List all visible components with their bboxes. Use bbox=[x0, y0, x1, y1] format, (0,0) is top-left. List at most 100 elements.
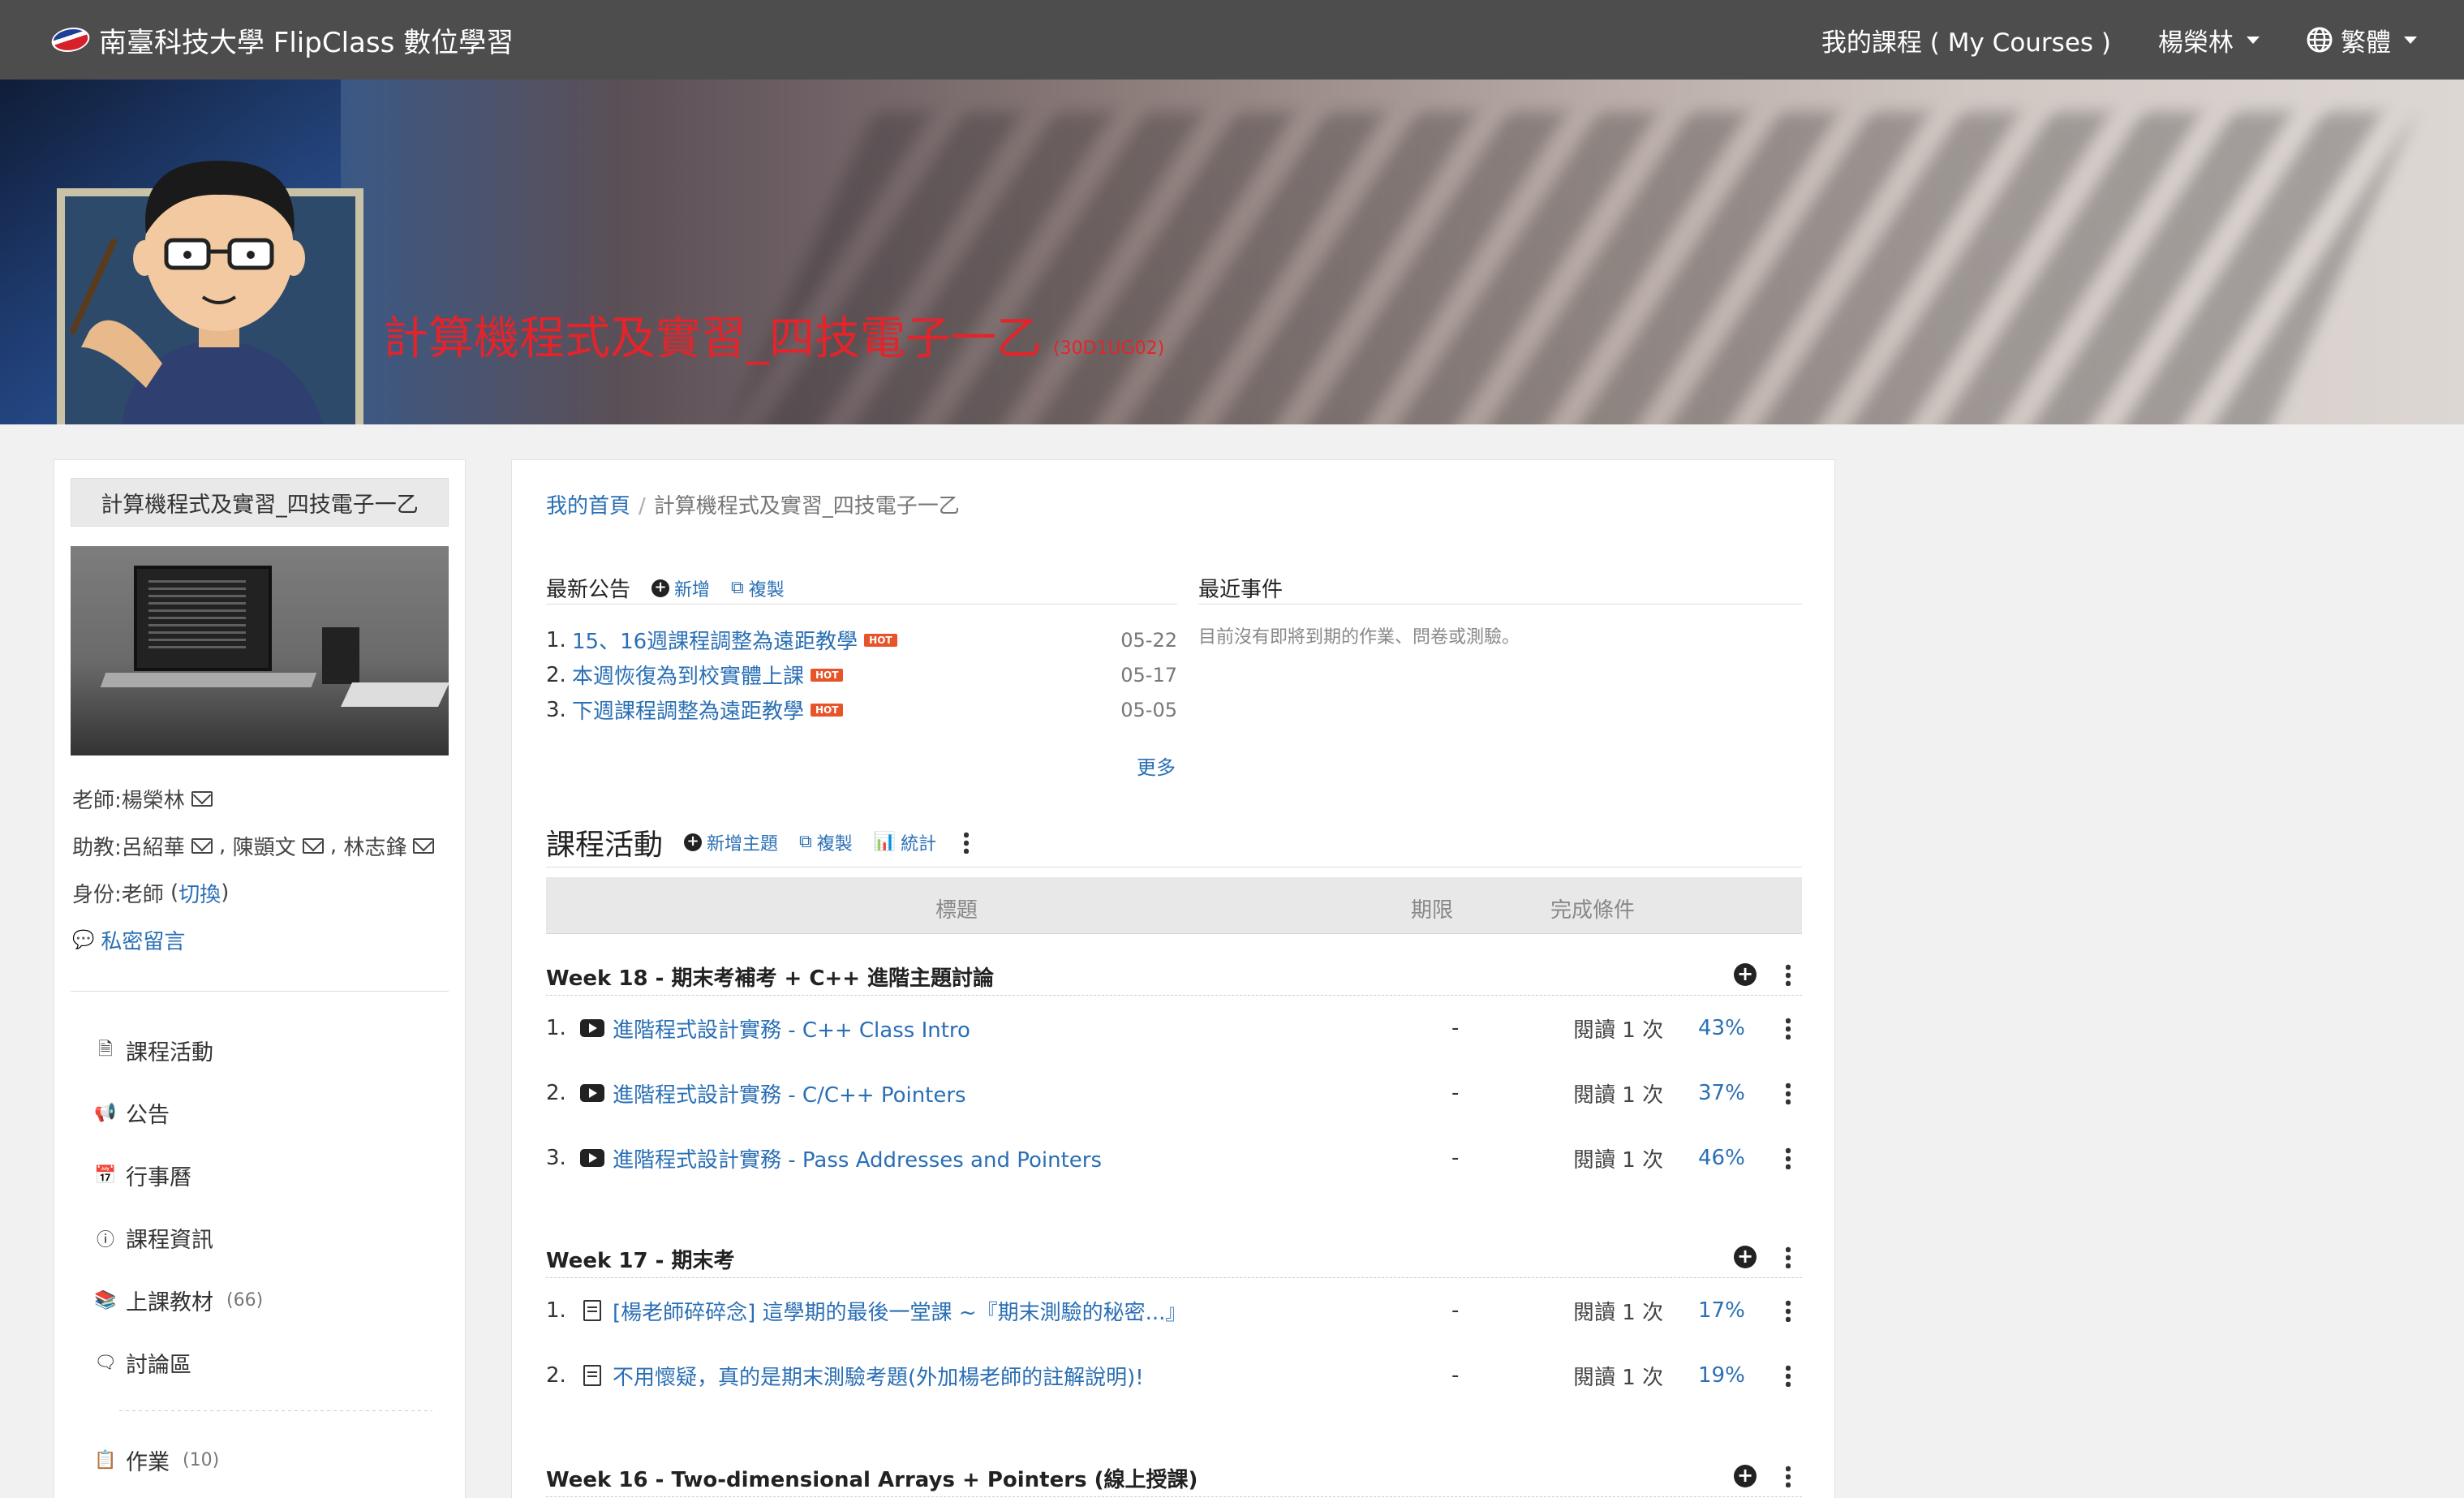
topic-section: Week 18 - 期末考補考 + C++ 進階主題討論 + 1. 進階程式設計… bbox=[546, 958, 1802, 1190]
private-message-link[interactable]: 私密留言 bbox=[101, 925, 185, 955]
add-activity-icon[interactable]: + bbox=[1734, 1465, 1757, 1487]
sidebar-item-count: (66) bbox=[226, 1290, 264, 1311]
user-name: 楊榮林 bbox=[2158, 28, 2234, 58]
activity-link[interactable]: 進階程式設計實務 - C/C++ Pointers bbox=[613, 1078, 966, 1108]
teacher-label: 老師: bbox=[72, 788, 122, 813]
breadcrumb-home-link[interactable]: 我的首頁 bbox=[546, 494, 630, 519]
add-activity-icon[interactable]: + bbox=[1734, 963, 1757, 986]
add-announcement-button[interactable]: + 新增 bbox=[651, 575, 710, 601]
mail-icon[interactable] bbox=[191, 837, 213, 854]
sidebar-course-name: 計算機程式及實習_四技電子一乙 bbox=[71, 478, 449, 527]
books-icon: 📚 bbox=[94, 1290, 117, 1311]
document-icon bbox=[583, 1365, 601, 1386]
mail-icon[interactable] bbox=[302, 837, 324, 854]
ta-name: 林志鋒 bbox=[343, 835, 407, 860]
sidebar-item-label: 上課教材 bbox=[126, 1290, 213, 1315]
activity-link[interactable]: 進階程式設計實務 - Pass Addresses and Pointers bbox=[613, 1143, 1102, 1173]
sidebar-item-label: 公告 bbox=[126, 1103, 170, 1128]
sidebar-item-announcements[interactable]: 📢 公告 bbox=[94, 1082, 449, 1144]
plus-circle-icon: + bbox=[684, 833, 703, 851]
mail-icon[interactable] bbox=[413, 837, 435, 854]
sidebar-item-label: 討論區 bbox=[126, 1353, 191, 1378]
more-options-icon[interactable] bbox=[1786, 1246, 1791, 1268]
more-options-icon[interactable] bbox=[1786, 1465, 1791, 1487]
copy-announcement-button[interactable]: ⧉ 複製 bbox=[731, 575, 785, 601]
school-logo-icon bbox=[48, 28, 93, 52]
column-deadline: 期限 bbox=[1411, 898, 1454, 923]
more-options-icon[interactable] bbox=[964, 830, 970, 854]
activity-deadline: - bbox=[1451, 1016, 1460, 1040]
sidebar-item-activities[interactable]: 🗎 課程活動 bbox=[95, 1019, 449, 1082]
activity-completion-rate[interactable]: 43% bbox=[1698, 1016, 1745, 1040]
activity-link[interactable]: 不用懷疑，真的是期末測驗考題(外加楊老師的註解說明)! bbox=[613, 1361, 1144, 1391]
announcement-date: 05-17 bbox=[1120, 663, 1177, 687]
sidebar-item-calendar[interactable]: 📅 行事曆 bbox=[94, 1144, 449, 1207]
my-courses-link[interactable]: 我的課程 ( My Courses ) bbox=[1821, 22, 2111, 58]
caret-down-icon bbox=[2247, 36, 2260, 44]
course-activities-header: 課程活動 + 新增主題 ⧉ 複製 📊 統計 bbox=[546, 817, 1802, 867]
announcement-item: 2. 本週恢復為到校實體上課 HOT 05-17 bbox=[546, 657, 1177, 692]
add-topic-button[interactable]: + 新增主題 bbox=[684, 829, 778, 855]
ta-label: 助教: bbox=[72, 835, 122, 860]
activity-row: 1. [楊老師碎碎念] 這學期的最後一堂課 ~『期末測驗的秘密...』 - 閱讀… bbox=[546, 1278, 1802, 1343]
sidebar-item-label: 課程資訊 bbox=[126, 1228, 213, 1253]
more-options-icon[interactable] bbox=[1786, 1299, 1791, 1322]
banner-title-text: 計算機程式及實習_四技電子一乙 bbox=[383, 312, 1042, 365]
column-title: 標題 bbox=[935, 898, 978, 923]
activity-row: 3. 進階程式設計實務 - Pass Addresses and Pointer… bbox=[546, 1126, 1802, 1190]
activity-completion-rate[interactable]: 37% bbox=[1698, 1081, 1745, 1105]
megaphone-icon: 📢 bbox=[94, 1103, 117, 1123]
activity-condition: 閱讀 1 次 bbox=[1573, 1083, 1664, 1108]
private-message-line[interactable]: 💬 私密留言 bbox=[72, 916, 449, 963]
activity-deadline: - bbox=[1451, 1146, 1460, 1170]
sidebar-item-materials[interactable]: 📚 上課教材 (66) bbox=[94, 1269, 449, 1332]
youtube-icon bbox=[580, 1149, 604, 1167]
hot-badge: HOT bbox=[864, 633, 897, 647]
sidebar-item-forum[interactable]: 🗨 討論區 bbox=[94, 1332, 449, 1394]
activity-link[interactable]: [楊老師碎碎念] 這學期的最後一堂課 ~『期末測驗的秘密...』 bbox=[613, 1296, 1186, 1326]
ta-name: 呂紹華 bbox=[121, 835, 185, 860]
activity-deadline: - bbox=[1451, 1363, 1460, 1388]
copy-icon: ⧉ bbox=[799, 832, 812, 852]
more-options-icon[interactable] bbox=[1786, 963, 1791, 986]
announcement-link[interactable]: 本週恢復為到校實體上課 bbox=[572, 660, 804, 690]
ta-name: 陳顗文 bbox=[232, 835, 296, 860]
brand[interactable]: 南臺科技大學 FlipClass 數位學習 bbox=[48, 0, 514, 80]
add-activity-icon[interactable]: + bbox=[1734, 1246, 1757, 1268]
activity-completion-rate[interactable]: 19% bbox=[1698, 1363, 1745, 1388]
more-options-icon[interactable] bbox=[1786, 1147, 1791, 1169]
sidebar-item-label: 行事曆 bbox=[126, 1165, 191, 1190]
recent-events-section: 最近事件 目前沒有即將到期的作業、問卷或測驗。 bbox=[1198, 572, 1802, 648]
chat-icon: 🗨 bbox=[94, 1353, 117, 1373]
copy-icon: ⧉ bbox=[731, 578, 744, 598]
sidebar-item-course-info[interactable]: ⓘ 課程資訊 bbox=[95, 1207, 449, 1269]
laptop-base bbox=[100, 673, 317, 687]
globe-icon bbox=[2307, 27, 2333, 53]
switch-role-link[interactable]: 切換 bbox=[178, 878, 221, 908]
more-options-icon[interactable] bbox=[1786, 1082, 1791, 1104]
no-events-message: 目前沒有即將到期的作業、問卷或測驗。 bbox=[1198, 627, 1520, 648]
language-dropdown[interactable]: 繁體 bbox=[2307, 22, 2417, 58]
more-announcements-link[interactable]: 更多 bbox=[1137, 756, 1176, 779]
activity-completion-rate[interactable]: 17% bbox=[1698, 1298, 1745, 1323]
activity-link[interactable]: 進階程式設計實務 - C++ Class Intro bbox=[613, 1014, 970, 1044]
activity-condition: 閱讀 1 次 bbox=[1573, 1147, 1664, 1173]
more-options-icon[interactable] bbox=[1786, 1017, 1791, 1040]
hot-badge: HOT bbox=[811, 668, 844, 682]
mail-icon[interactable] bbox=[191, 790, 213, 807]
banner-keyboard-decoration bbox=[716, 112, 2416, 424]
copy-activities-button[interactable]: ⧉ 複製 bbox=[799, 829, 853, 855]
announcement-link[interactable]: 15、16週課程調整為遠距教學 bbox=[572, 625, 858, 655]
sidebar-item-label: 作業 bbox=[126, 1450, 170, 1475]
activity-completion-rate[interactable]: 46% bbox=[1698, 1146, 1745, 1170]
announcement-date: 05-22 bbox=[1120, 628, 1177, 652]
hot-badge: HOT bbox=[811, 703, 844, 717]
stats-button[interactable]: 📊 統計 bbox=[874, 829, 936, 855]
more-options-icon[interactable] bbox=[1786, 1364, 1791, 1387]
recent-events-title: 最近事件 bbox=[1198, 578, 1284, 602]
activity-deadline: - bbox=[1451, 1081, 1460, 1105]
announcement-link[interactable]: 下週課程調整為遠距教學 bbox=[572, 695, 804, 725]
activity-condition: 閱讀 1 次 bbox=[1573, 1018, 1664, 1043]
user-menu-dropdown[interactable]: 楊榮林 bbox=[2158, 22, 2260, 58]
sidebar-item-homework[interactable]: 📋 作業 (10) bbox=[94, 1429, 449, 1492]
